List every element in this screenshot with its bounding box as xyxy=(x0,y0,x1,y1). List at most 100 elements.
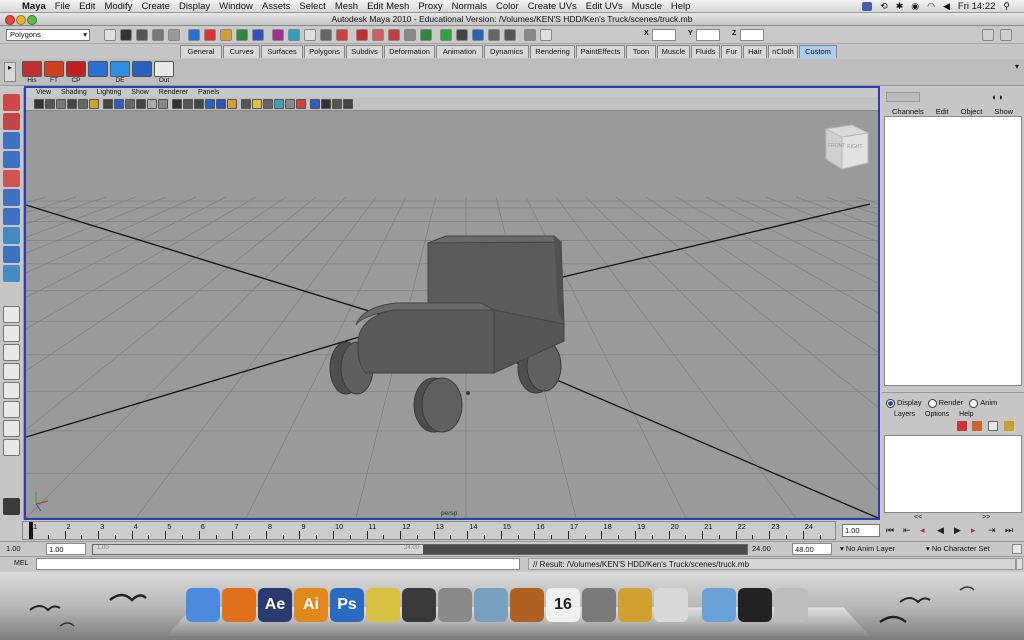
status-tool-icon[interactable] xyxy=(120,29,132,41)
panel-tool-icon[interactable] xyxy=(263,99,273,109)
status-tool-icon[interactable] xyxy=(304,29,316,41)
menubar-clock[interactable]: Fri 14:22 xyxy=(958,1,996,12)
panel-tool-icon[interactable] xyxy=(45,99,55,109)
channel-box-toggle-icon[interactable]: ◐◑ xyxy=(992,92,1003,102)
channel-nav-left[interactable]: << xyxy=(914,514,922,521)
panel-tool-icon[interactable] xyxy=(56,99,66,109)
channel-box-layout-icon[interactable] xyxy=(886,92,920,102)
move-tool-icon[interactable] xyxy=(3,151,20,168)
tab-surfaces[interactable]: Surfaces xyxy=(261,45,303,58)
panel-menu-shading[interactable]: Shading xyxy=(61,89,87,96)
radio-button[interactable] xyxy=(886,398,895,408)
menu-help[interactable]: Help xyxy=(671,1,691,12)
panel-tool-icon[interactable] xyxy=(194,99,204,109)
status-tool-icon[interactable] xyxy=(220,29,232,41)
panel-tool-icon[interactable] xyxy=(332,99,342,109)
status-tool-icon[interactable] xyxy=(136,29,148,41)
status-tool-icon[interactable] xyxy=(540,29,552,41)
manipulator-icon[interactable] xyxy=(3,208,20,225)
status-tool-icon[interactable] xyxy=(524,29,536,41)
tab-muscle[interactable]: Muscle xyxy=(657,45,690,58)
scale-tool-icon[interactable] xyxy=(3,189,20,206)
play-forward-icon[interactable]: ▶ xyxy=(954,525,964,535)
bluetooth-icon[interactable]: ✱ xyxy=(896,1,904,12)
script-editor-icon[interactable] xyxy=(1016,558,1023,570)
y-field[interactable] xyxy=(696,29,720,41)
status-tool-icon[interactable] xyxy=(388,29,400,41)
status-tool-icon[interactable] xyxy=(336,29,348,41)
panel-menu-panels[interactable]: Panels xyxy=(198,89,219,96)
range-bar-handle[interactable]: 1.00 24.00 xyxy=(93,545,423,554)
panel-tool-icon[interactable] xyxy=(216,99,226,109)
go-to-end-icon[interactable]: ⏭ xyxy=(1005,525,1015,535)
panel-menu-show[interactable]: Show xyxy=(131,89,149,96)
channel-nav-right[interactable]: >> xyxy=(982,514,990,521)
menu-color[interactable]: Color xyxy=(496,1,519,12)
menu-select[interactable]: Select xyxy=(299,1,325,12)
outliner-layout-icon[interactable] xyxy=(3,363,20,380)
menu-proxy[interactable]: Proxy xyxy=(418,1,442,12)
status-tool-icon[interactable] xyxy=(272,29,284,41)
tab-fluids[interactable]: Fluids xyxy=(691,45,720,58)
tab-deformation[interactable]: Deformation xyxy=(384,45,435,58)
channel-box-menu-edit[interactable]: Edit xyxy=(936,107,949,116)
select-tool-icon[interactable] xyxy=(3,94,20,111)
layer-list[interactable] xyxy=(884,435,1022,513)
layer-menu-options[interactable]: Options xyxy=(925,411,949,418)
panel-tool-icon[interactable] xyxy=(89,99,99,109)
status-tool-icon[interactable] xyxy=(456,29,468,41)
perspective-viewport[interactable]: View Shading Lighting Show Renderer Panels xyxy=(24,86,880,520)
spotlight-icon[interactable]: ⚲ xyxy=(1003,1,1010,12)
attribute-editor-icon[interactable] xyxy=(982,29,994,41)
menu-create[interactable]: Create xyxy=(141,1,170,12)
current-time-field[interactable]: 1.00 xyxy=(842,524,880,537)
tab-general[interactable]: General xyxy=(180,45,222,58)
playback-start-field[interactable]: 1.00 xyxy=(46,543,86,555)
tab-painteffects[interactable]: PaintEffects xyxy=(576,45,625,58)
wifi-icon[interactable]: ◠ xyxy=(927,1,935,12)
panel-tool-icon[interactable] xyxy=(147,99,157,109)
status-tool-icon[interactable] xyxy=(104,29,116,41)
menu-muscle[interactable]: Muscle xyxy=(632,1,662,12)
close-window-icon[interactable] xyxy=(5,15,15,25)
shelf-menu-icon[interactable]: ▸ xyxy=(4,62,16,82)
shelf-button-his[interactable]: His xyxy=(22,61,42,84)
status-tool-icon[interactable] xyxy=(168,29,180,41)
status-tool-icon[interactable] xyxy=(356,29,368,41)
panel-menu-renderer[interactable]: Renderer xyxy=(159,89,188,96)
time-machine-icon[interactable]: ⟲ xyxy=(880,1,888,12)
step-forward-key-icon[interactable]: ⇥ xyxy=(988,525,998,535)
new-layer-icon[interactable] xyxy=(957,421,967,431)
panel-tool-icon[interactable] xyxy=(296,99,306,109)
layer-list-icon[interactable] xyxy=(988,421,998,431)
tab-fur[interactable]: Fur xyxy=(721,45,742,58)
panel-tool-icon[interactable] xyxy=(103,99,113,109)
shelf-button-de[interactable]: DE xyxy=(110,61,130,84)
preview-icon[interactable] xyxy=(474,588,508,622)
graph-layout-icon[interactable] xyxy=(3,382,20,399)
rotate-tool-icon[interactable] xyxy=(3,170,20,187)
channel-box-content[interactable] xyxy=(884,116,1022,386)
menu-modify[interactable]: Modify xyxy=(104,1,132,12)
menu-file[interactable]: File xyxy=(55,1,70,12)
minimize-window-icon[interactable] xyxy=(16,15,26,25)
tab-hair[interactable]: Hair xyxy=(743,45,767,58)
panel-tool-icon[interactable] xyxy=(125,99,135,109)
binoculars-icon[interactable]: ◉ xyxy=(911,1,919,12)
single-pane-layout-icon[interactable] xyxy=(3,306,20,323)
layer-options-icon[interactable] xyxy=(1004,421,1014,431)
panel-tool-icon[interactable] xyxy=(343,99,353,109)
status-tool-icon[interactable] xyxy=(420,29,432,41)
panel-tool-icon[interactable] xyxy=(67,99,77,109)
status-tool-icon[interactable] xyxy=(204,29,216,41)
panel-tool-icon[interactable] xyxy=(183,99,193,109)
status-tool-icon[interactable] xyxy=(504,29,516,41)
shelf-button-ft[interactable]: FT xyxy=(44,61,64,84)
panel-tool-icon[interactable] xyxy=(252,99,262,109)
time-ruler[interactable]: 1 2 3 4 5 6 7 8 9 10 11 12 13 14 15 16 17 18 19 20 21 22 23 24 xyxy=(22,521,836,540)
layer-mode-display[interactable]: Display xyxy=(886,398,922,408)
status-tool-icon[interactable] xyxy=(488,29,500,41)
scene-3d[interactable]: FRONT RIGHT persp xyxy=(26,111,878,518)
system-prefs-icon[interactable] xyxy=(582,588,616,622)
animation-prefs-icon[interactable] xyxy=(1012,544,1022,554)
